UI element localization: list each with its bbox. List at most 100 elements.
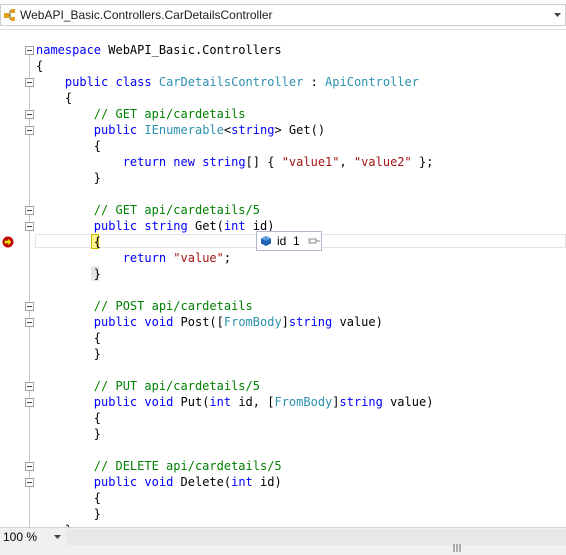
code-line[interactable]: } (36, 426, 101, 442)
type-selector-value: WebAPI_Basic.Controllers.CarDetailsContr… (20, 8, 273, 22)
code-line[interactable]: public void Delete(int id) (36, 474, 282, 490)
datatip-variable-name: id (277, 234, 287, 248)
code-token: : (303, 75, 326, 89)
local-variable-icon (261, 236, 271, 246)
code-line[interactable]: // DELETE api/cardetails/5 (36, 458, 282, 474)
code-token: public (93, 123, 138, 137)
chevron-down-icon[interactable] (54, 535, 61, 539)
code-line[interactable]: namespace WebAPI_Basic.Controllers (36, 42, 282, 58)
code-token: class (115, 75, 152, 89)
datatip-variable-value[interactable]: 1 (293, 234, 300, 248)
code-line[interactable]: { (36, 410, 101, 426)
code-token: } (36, 347, 102, 361)
code-token: Delete( (173, 475, 232, 489)
collapse-region-icon[interactable] (25, 462, 34, 471)
code-token: > Get() (274, 123, 326, 137)
code-token: // GET api/cardetails/5 (93, 203, 260, 217)
code-line[interactable]: // PUT api/cardetails/5 (36, 378, 260, 394)
code-line[interactable]: public string Get(int id) (36, 218, 275, 234)
code-token: public (93, 315, 138, 329)
collapse-region-icon[interactable] (25, 110, 34, 119)
code-token: id) (252, 475, 282, 489)
code-line[interactable]: { (36, 90, 72, 106)
horizontal-scrollbar[interactable] (66, 529, 566, 545)
code-line[interactable]: { (36, 58, 43, 74)
code-line[interactable]: } (36, 506, 101, 522)
code-line[interactable]: } (36, 170, 101, 186)
code-editor[interactable]: namespace WebAPI_Basic.Controllers{ publ… (0, 30, 566, 527)
code-token: CarDetailsController (158, 75, 304, 89)
collapse-region-icon[interactable] (25, 78, 34, 87)
code-line[interactable]: public void Post([FromBody]string value) (36, 314, 383, 330)
code-line[interactable]: { (36, 490, 101, 506)
code-line[interactable]: { (36, 330, 101, 346)
collapse-region-icon[interactable] (25, 478, 34, 487)
pin-icon[interactable] (308, 237, 320, 245)
code-token: , (339, 155, 354, 169)
editor-status-bar: 100 % (0, 527, 566, 555)
collapse-region-icon[interactable] (25, 46, 34, 55)
zoom-dropdown[interactable]: 100 % (0, 530, 64, 544)
chevron-down-icon[interactable] (554, 13, 561, 17)
outlining-guide (29, 50, 30, 527)
code-token: void (144, 315, 174, 329)
collapse-region-icon[interactable] (25, 382, 34, 391)
code-line[interactable]: { (36, 138, 101, 154)
breakpoint-current-statement-icon[interactable] (2, 236, 14, 248)
code-token: // DELETE api/cardetails/5 (93, 459, 282, 473)
datatip[interactable]: id 1 (256, 231, 322, 251)
code-token: string (144, 219, 188, 233)
code-token: string (288, 315, 333, 329)
code-token: { (36, 491, 102, 505)
collapse-region-icon[interactable] (25, 126, 34, 135)
resize-grip-icon[interactable] (453, 544, 465, 552)
code-line[interactable]: // GET api/cardetails/5 (36, 202, 260, 218)
code-token: } (36, 171, 102, 185)
code-token: IEnumerable (144, 123, 224, 137)
code-token: // PUT api/cardetails/5 (93, 379, 260, 393)
code-line[interactable]: return new string[] { "value1", "value2"… (36, 154, 434, 170)
collapse-region-icon[interactable] (25, 318, 34, 327)
code-token: "value1" (281, 155, 340, 169)
code-token: { (36, 411, 102, 425)
code-token: WebAPI_Basic.Controllers (101, 43, 282, 57)
code-line[interactable]: public void Put(int id, [FromBody]string… (36, 394, 434, 410)
collapse-region-icon[interactable] (25, 222, 34, 231)
code-token: { (36, 139, 102, 153)
code-token: return (122, 251, 167, 265)
class-icon (4, 9, 15, 21)
code-token: } (36, 427, 102, 441)
code-line[interactable]: { (36, 234, 101, 250)
code-token: value) (332, 315, 383, 329)
code-line[interactable]: return "value"; (36, 250, 231, 266)
code-line[interactable]: public IEnumerable<string> Get() (36, 122, 325, 138)
code-token: Get( (187, 219, 224, 233)
code-token: ; (223, 251, 232, 265)
code-token: value) (382, 395, 434, 409)
code-token: string (339, 395, 383, 409)
code-line[interactable]: } (36, 266, 101, 282)
code-token: int (209, 395, 232, 409)
code-token: { (36, 59, 44, 73)
collapse-region-icon[interactable] (25, 302, 34, 311)
code-line[interactable]: // POST api/cardetails (36, 298, 253, 314)
code-line[interactable]: // GET api/cardetails (36, 106, 246, 122)
navigation-bar: WebAPI_Basic.Controllers.CarDetailsContr… (0, 0, 566, 30)
code-line[interactable]: public class CarDetailsController : ApiC… (36, 74, 419, 90)
collapse-region-icon[interactable] (25, 206, 34, 215)
collapse-region-icon[interactable] (25, 398, 34, 407)
code-token: "value" (173, 251, 224, 265)
code-line[interactable]: } (36, 346, 101, 362)
indicator-margin[interactable] (0, 30, 20, 527)
type-selector-dropdown[interactable]: WebAPI_Basic.Controllers.CarDetailsContr… (0, 4, 566, 26)
code-token: FromBody (274, 395, 333, 409)
